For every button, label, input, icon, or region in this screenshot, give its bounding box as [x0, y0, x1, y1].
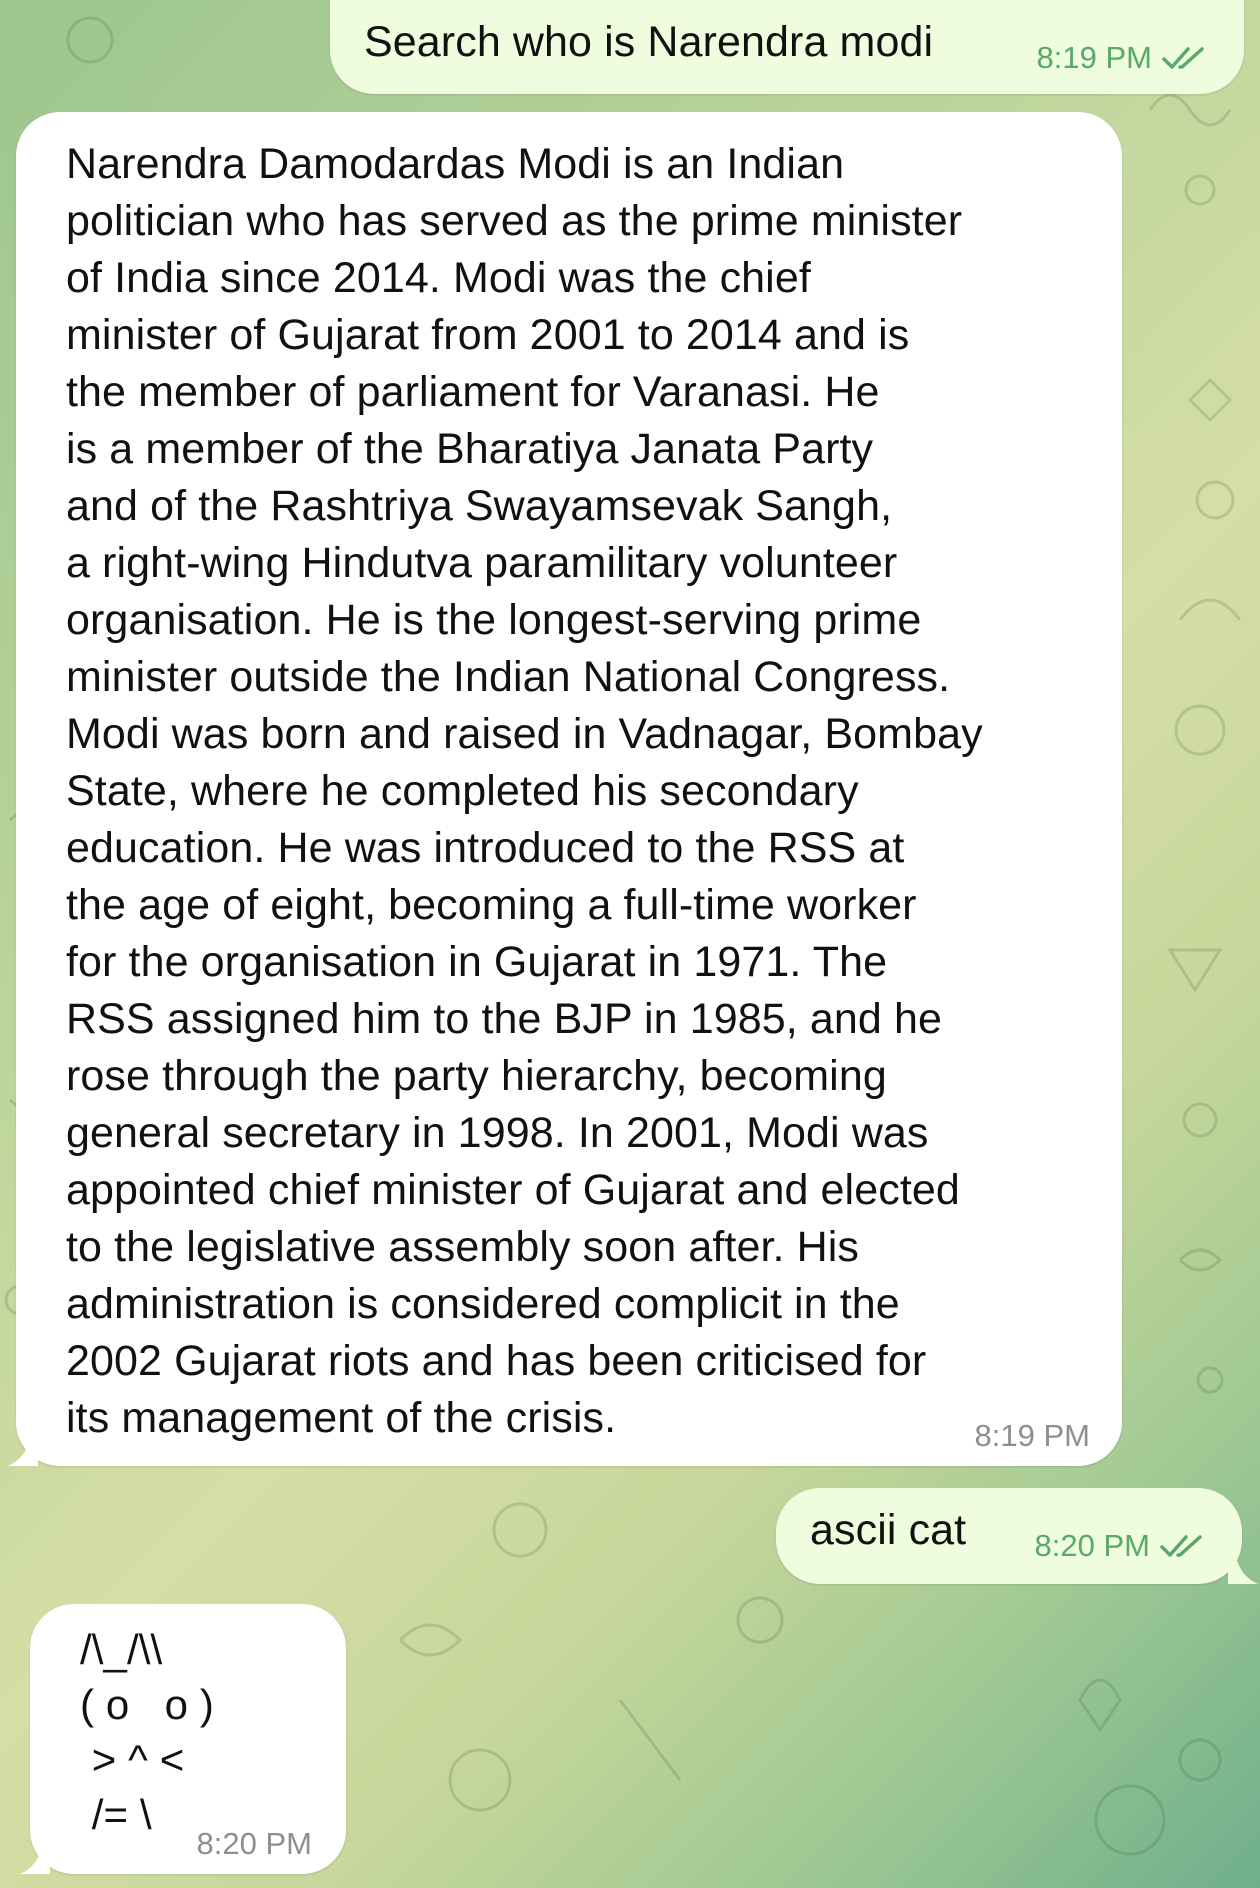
message-time: 8:19 PM	[1036, 40, 1152, 75]
message-meta: 8:20 PM	[197, 1826, 312, 1862]
double-check-icon	[1162, 47, 1204, 69]
message-text: Search who is Narendra modi	[364, 18, 934, 66]
message-meta: 8:19 PM	[975, 1418, 1090, 1454]
message-time: 8:20 PM	[1034, 1528, 1150, 1563]
bubble-tail	[8, 1438, 38, 1466]
message-meta: 8:20 PM	[1035, 1528, 1208, 1564]
message-text: ascii cat	[810, 1506, 967, 1554]
outgoing-message-bubble[interactable]: ascii cat 8:20 PM	[776, 1488, 1242, 1584]
message-time: 8:20 PM	[196, 1826, 312, 1861]
double-check-icon	[1160, 1535, 1202, 1557]
message-text: Narendra Damodardas Modi is an Indian po…	[66, 140, 983, 1442]
outgoing-message-bubble[interactable]: Search who is Narendra modi 8:19 PM	[330, 0, 1244, 94]
incoming-message-bubble[interactable]: /\_/\\ ( o o ) > ^ < /= \ 8:20 PM	[30, 1604, 346, 1874]
bubble-tail	[20, 1846, 50, 1874]
incoming-message-bubble[interactable]: Narendra Damodardas Modi is an Indian po…	[16, 112, 1122, 1466]
message-meta: 8:19 PM	[1037, 40, 1210, 76]
message-text: /\_/\\ ( o o ) > ^ < /= \	[80, 1626, 214, 1838]
message-time: 8:19 PM	[974, 1418, 1090, 1453]
bubble-tail	[1228, 1556, 1258, 1584]
